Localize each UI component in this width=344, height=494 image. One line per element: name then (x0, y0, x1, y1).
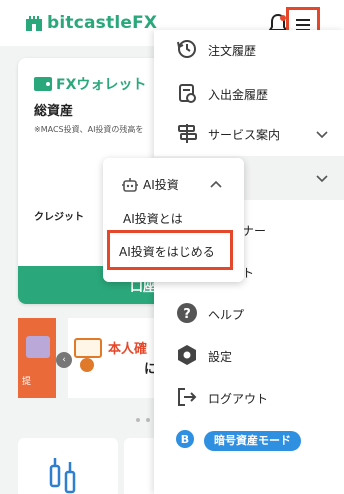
menu-item-label: サービス案内 (208, 128, 281, 142)
logout-icon (178, 388, 197, 406)
promo-banner-left[interactable]: 提 (18, 318, 56, 398)
history-icon (177, 40, 196, 58)
crypto-mode-label: 暗号資産モード (204, 431, 301, 451)
wallet-icon (34, 77, 52, 91)
menu-item-help[interactable]: ? ヘルプ (154, 294, 344, 334)
svg-text:B: B (181, 433, 189, 446)
menu-item-order-history[interactable]: 注文履歴 (154, 30, 344, 70)
ai-submenu-header[interactable]: AI投資 (121, 176, 179, 193)
settings-icon (178, 345, 196, 365)
chevron-down-icon (316, 175, 328, 183)
carousel-prev-button[interactable]: ‹ (56, 352, 72, 368)
menu-item-service-guide[interactable]: サービス案内 (154, 114, 344, 154)
chevron-down-icon (316, 131, 328, 139)
ai-about-link[interactable]: AI投資とは (123, 210, 183, 227)
chevron-left-icon: ‹ (62, 355, 66, 365)
wallet-note: ※MACS投資、AI投資の残高を (34, 125, 144, 134)
credit-label: クレジット (34, 212, 84, 223)
chevron-up-icon[interactable] (209, 178, 223, 192)
bitcoin-icon: B (176, 430, 194, 448)
signpost-icon (178, 124, 197, 143)
deposit-history-icon (179, 84, 196, 103)
robot-icon (122, 177, 138, 192)
carousel-dot[interactable] (136, 418, 140, 422)
menu-item-label: 注文履歴 (208, 44, 257, 58)
ai-start-link[interactable]: AI投資をはじめる (107, 230, 233, 270)
candlestick-icon (49, 458, 76, 494)
promo-banner-kyc[interactable]: 本人確 に (68, 318, 158, 398)
carousel-dot[interactable] (146, 418, 150, 422)
ai-submenu-title: AI投資 (143, 178, 179, 192)
id-card-icon (74, 338, 102, 358)
crypto-mode-toggle[interactable]: B 暗号資産モード (154, 424, 344, 464)
promo-title: 本人確 (108, 342, 148, 357)
menu-item-logout[interactable]: ログアウト (154, 378, 344, 418)
brand-logo[interactable]: bitcastleFX (24, 13, 157, 33)
brand-name: bitcastleFX (47, 13, 158, 33)
wallet-name: FXウォレット (56, 77, 147, 93)
quick-card-chart[interactable] (18, 438, 118, 494)
promo-left-label: 提 (22, 377, 32, 387)
menu-item-label: 設定 (208, 350, 233, 364)
help-icon: ? (177, 303, 197, 323)
svg-text:?: ? (183, 307, 191, 322)
menu-item-settings[interactable]: 設定 (154, 336, 344, 376)
ai-start-label: AI投資をはじめる (119, 245, 215, 259)
menu-item-label: ログアウト (208, 392, 269, 406)
menu-item-label: ヘルプ (208, 308, 245, 322)
menu-item-label: 入出金履歴 (208, 88, 269, 102)
wallet-title: FXウォレット (34, 74, 146, 94)
total-assets-label: 総資産 (34, 104, 74, 119)
menu-item-deposit-history[interactable]: 入出金履歴 (154, 74, 344, 114)
carousel-dots (136, 418, 150, 422)
castle-logo-icon (26, 16, 42, 31)
check-badge-icon (80, 358, 94, 372)
gift-icon (26, 336, 50, 358)
